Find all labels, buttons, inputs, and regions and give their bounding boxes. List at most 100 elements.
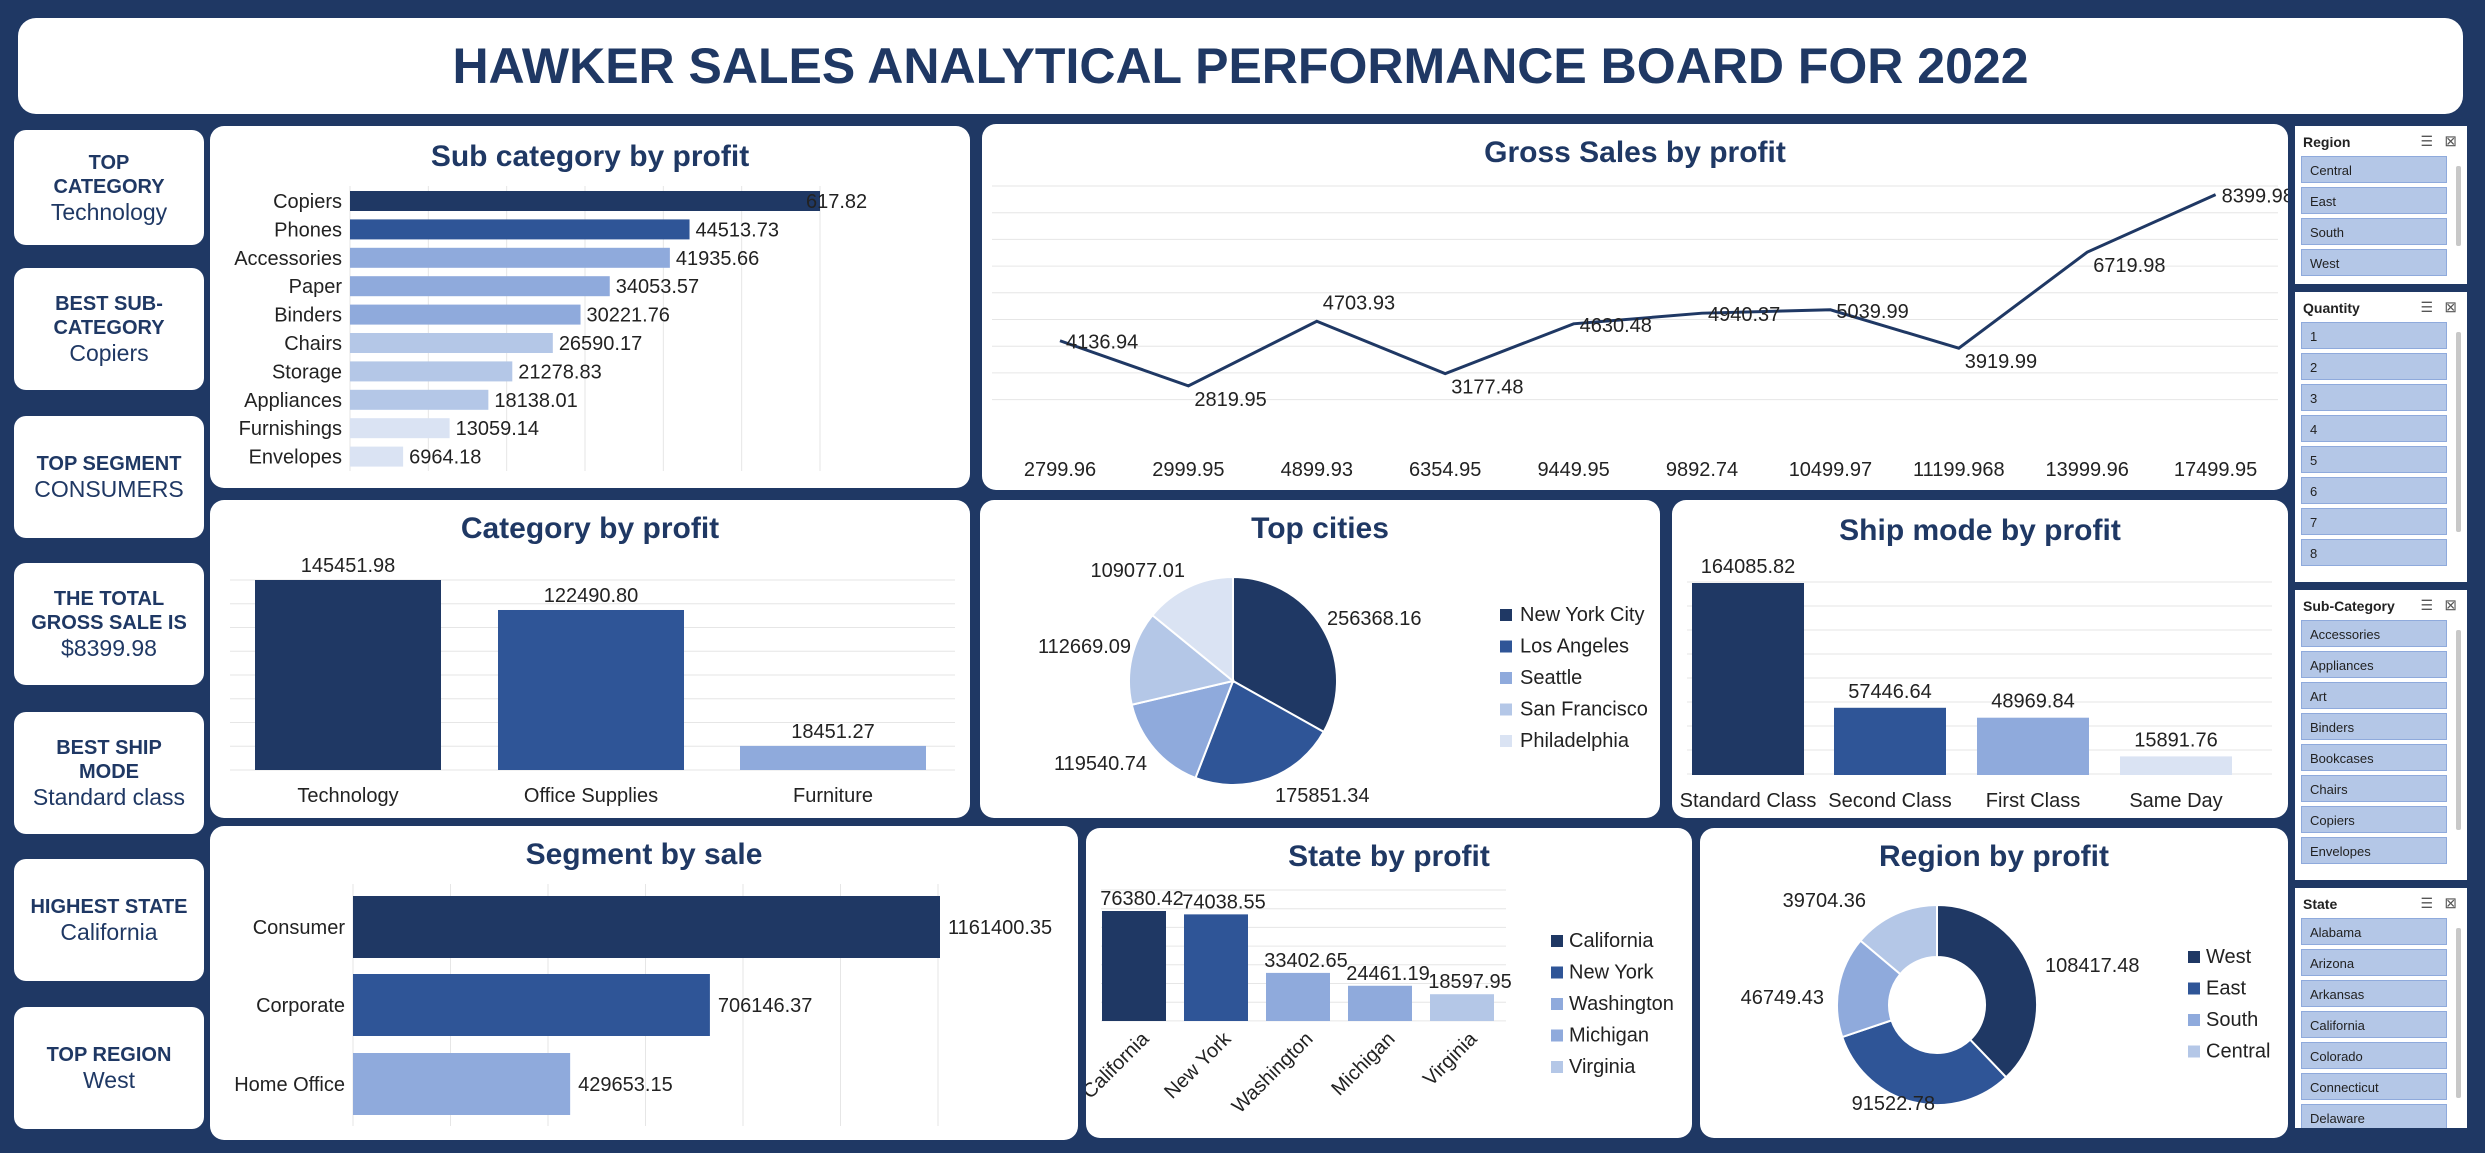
category-chart: 145451.98 Technology 122490.80 Office Suppl…	[230, 555, 955, 807]
legend-label: Philadelphia	[1520, 730, 1630, 752]
state-slicer[interactable]: State ☰ ⊠ Alabama Arizona Arkansas Califor…	[2295, 888, 2467, 1128]
slicer-item[interactable]: Appliances	[2301, 651, 2447, 678]
slicer-item[interactable]: Bookcases	[2301, 744, 2447, 771]
kpi-value: $8399.98	[61, 635, 157, 661]
multi-select-icon[interactable]: ☰	[2420, 597, 2433, 614]
clear-filter-icon[interactable]: ⊠	[2444, 132, 2457, 150]
category-panel: Category by profit 145451.98 Technology 12…	[210, 500, 970, 818]
slicer-item[interactable]: Envelopes	[2301, 837, 2447, 864]
region-panel: Region by profit 108417.48 91522.78 46749.…	[1700, 828, 2288, 1138]
multi-select-icon[interactable]: ☰	[2420, 299, 2433, 316]
title-banner: HAWKER SALES ANALYTICAL PERFORMANCE BOAR…	[18, 18, 2463, 114]
kpi-value: Copiers	[69, 340, 149, 366]
slicer-item[interactable]: 7	[2301, 508, 2447, 535]
slicer-item[interactable]: 1	[2301, 322, 2447, 349]
slicer-item[interactable]: West	[2301, 249, 2447, 276]
tick-label: Chairs	[284, 333, 342, 355]
tick-label: Office Supplies	[524, 785, 658, 807]
legend-swatch	[2188, 982, 2200, 995]
data-label: 256368.16	[1327, 608, 1422, 630]
slicer-item[interactable]: Colorado	[2301, 1042, 2447, 1069]
slicer-scrollbar[interactable]	[2456, 332, 2461, 532]
bar	[1977, 717, 2089, 775]
data-label: 18451.27	[791, 721, 874, 743]
bar	[2120, 756, 2232, 775]
data-label: 48969.84	[1991, 691, 2074, 713]
multi-select-icon[interactable]: ☰	[2420, 895, 2433, 912]
slicer-item[interactable]: Alabama	[2301, 918, 2447, 945]
slicer-item[interactable]: Copiers	[2301, 806, 2447, 833]
tick-label: Envelopes	[249, 447, 342, 469]
bar	[350, 276, 610, 297]
tick-label: 17499.95	[2174, 459, 2257, 481]
legend-swatch	[1500, 609, 1512, 621]
gross-chart: 4136.94 2799.96 2819.95 2999.95 4703.93 4899.…	[992, 185, 2288, 481]
slicer-item[interactable]: 4	[2301, 415, 2447, 442]
legend-swatch	[1551, 1061, 1563, 1073]
slicer-item[interactable]: Connecticut	[2301, 1073, 2447, 1100]
slicer-item[interactable]: 2	[2301, 353, 2447, 380]
legend-swatch	[1500, 640, 1512, 653]
tick-label: Binders	[274, 305, 342, 327]
legend-label: South	[2206, 1009, 2258, 1031]
slicer-item[interactable]: California	[2301, 1011, 2447, 1038]
data-label: 108417.48	[2045, 955, 2140, 977]
bar	[353, 896, 940, 958]
data-label: 4630.48	[1580, 315, 1652, 337]
slicer-item[interactable]: Arkansas	[2301, 980, 2447, 1007]
gross-panel: Gross Sales by profit 4136.94 2799.96 2819…	[982, 124, 2288, 490]
slicer-item[interactable]: Accessories	[2301, 620, 2447, 647]
slicer-title: Quantity	[2303, 300, 2360, 316]
kpi-total-gross-sale: THE TOTAL GROSS SALE IS $8399.98	[14, 563, 204, 685]
slicer-item[interactable]: Art	[2301, 682, 2447, 709]
data-label: 8399.98	[2222, 186, 2288, 208]
clear-filter-icon[interactable]: ⊠	[2444, 894, 2457, 912]
slicer-item[interactable]: 5	[2301, 446, 2447, 473]
kpi-best-sub-category: BEST SUB-CATEGORY Copiers	[14, 268, 204, 390]
kpi-value: CONSUMERS	[34, 476, 184, 502]
slicer-item[interactable]: South	[2301, 218, 2447, 245]
tick-label: Michigan	[1327, 1028, 1399, 1100]
legend-swatch	[1551, 966, 1563, 979]
bar	[1348, 985, 1412, 1021]
bar	[1692, 583, 1804, 775]
bar	[1184, 914, 1248, 1021]
segment-panel: Segment by sale Consumer 1161400.35 Corpor…	[210, 826, 1078, 1140]
slicer-header: State ☰ ⊠	[2295, 888, 2467, 918]
kpi-top-segment: TOP SEGMENT CONSUMERS	[14, 416, 204, 538]
cities-chart: 256368.16 175851.34 119540.74 112669.09 1090…	[1038, 560, 1648, 807]
slicer-item[interactable]: Arizona	[2301, 949, 2447, 976]
clear-filter-icon[interactable]: ⊠	[2444, 596, 2457, 614]
data-label: 74038.55	[1182, 891, 1265, 913]
data-label: 21278.83	[518, 361, 601, 383]
slicer-item[interactable]: Binders	[2301, 713, 2447, 740]
subcat-panel: Sub category by profit Copiers 617.82 Phon…	[210, 126, 970, 488]
quantity-slicer[interactable]: Quantity ☰ ⊠ 1 2 3 4 5 6 7 8	[2295, 292, 2467, 582]
slicer-scrollbar[interactable]	[2456, 630, 2461, 830]
data-label: 109077.01	[1090, 560, 1185, 582]
region-slicer[interactable]: Region ☰ ⊠ Central East South West	[2295, 126, 2467, 284]
bar	[350, 446, 404, 467]
sub-category-slicer[interactable]: Sub-Category ☰ ⊠ Accessories Appliances Ar…	[2295, 590, 2467, 880]
legend-swatch	[1500, 735, 1512, 747]
kpi-best-ship-mode: BEST SHIP MODE Standard class	[14, 712, 204, 834]
slicer-item[interactable]: Central	[2301, 156, 2447, 183]
legend-label: Central	[2206, 1041, 2270, 1063]
slicer-item[interactable]: Chairs	[2301, 775, 2447, 802]
data-label: 5039.99	[1836, 301, 1908, 323]
slicer-scrollbar[interactable]	[2456, 928, 2461, 1098]
tick-label: First Class	[1986, 790, 2080, 812]
slicer-header: Region ☰ ⊠	[2295, 126, 2467, 156]
legend-label: San Francisco	[1520, 699, 1648, 721]
legend-label: Seattle	[1520, 667, 1582, 689]
slicer-scrollbar[interactable]	[2456, 166, 2461, 246]
slicer-item[interactable]: Delaware	[2301, 1104, 2447, 1128]
slicer-item[interactable]: 8	[2301, 539, 2447, 566]
slicer-item[interactable]: 3	[2301, 384, 2447, 411]
slicer-item[interactable]: East	[2301, 187, 2447, 214]
multi-select-icon[interactable]: ☰	[2420, 133, 2433, 150]
slicer-item[interactable]: 6	[2301, 477, 2447, 504]
tick-label: Paper	[289, 276, 343, 298]
clear-filter-icon[interactable]: ⊠	[2444, 298, 2457, 316]
kpi-label: THE TOTAL GROSS SALE IS	[31, 588, 187, 634]
